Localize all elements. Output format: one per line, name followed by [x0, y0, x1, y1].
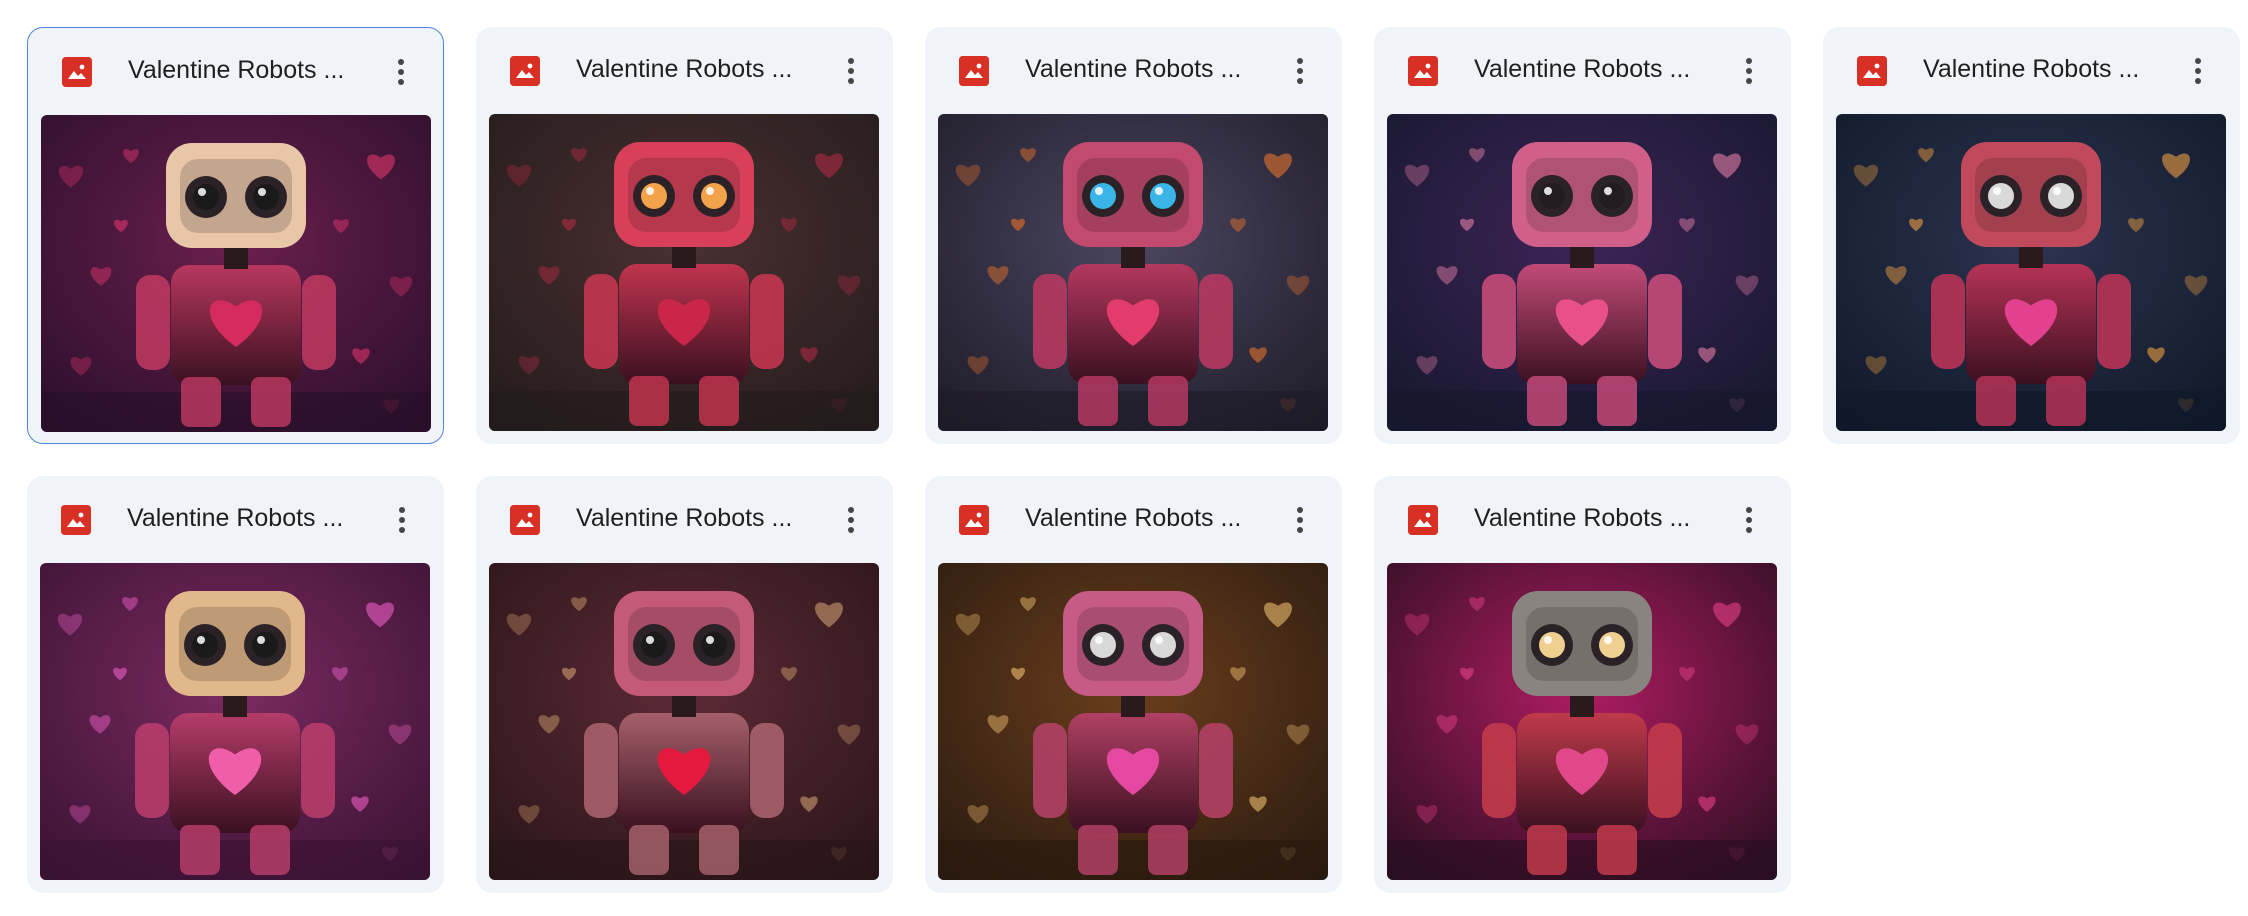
image-icon [1857, 56, 1887, 86]
more-vertical-icon[interactable] [1278, 49, 1322, 93]
card-header: Valentine Robots ... [1374, 27, 1791, 113]
more-vertical-icon[interactable] [1727, 49, 1771, 93]
file-title: Valentine Robots ... [1474, 55, 1691, 83]
image-icon [959, 56, 989, 86]
image-icon [510, 505, 540, 535]
file-card[interactable]: Valentine Robots ... [925, 476, 1342, 893]
image-icon [510, 56, 540, 86]
file-thumbnail[interactable] [489, 563, 879, 880]
file-title: Valentine Robots ... [576, 504, 793, 532]
image-icon [61, 505, 91, 535]
file-thumbnail[interactable] [1387, 563, 1777, 880]
card-header: Valentine Robots ... [476, 27, 893, 113]
file-card[interactable]: Valentine Robots ... [27, 27, 444, 444]
card-header: Valentine Robots ... [27, 476, 444, 562]
more-vertical-icon[interactable] [379, 50, 423, 94]
card-header: Valentine Robots ... [925, 27, 1342, 113]
image-icon [959, 505, 989, 535]
file-card[interactable]: Valentine Robots ... [925, 27, 1342, 444]
file-thumbnail[interactable] [1836, 114, 2226, 431]
image-icon [1408, 56, 1438, 86]
file-title: Valentine Robots ... [1923, 55, 2140, 83]
file-card[interactable]: Valentine Robots ... [1823, 27, 2240, 444]
file-thumbnail[interactable] [41, 115, 431, 432]
file-title: Valentine Robots ... [1025, 55, 1242, 83]
file-title: Valentine Robots ... [1025, 504, 1242, 532]
more-vertical-icon[interactable] [380, 498, 424, 542]
card-header: Valentine Robots ... [925, 476, 1342, 562]
more-vertical-icon[interactable] [2176, 49, 2220, 93]
card-header: Valentine Robots ... [476, 476, 893, 562]
card-header: Valentine Robots ... [1823, 27, 2240, 113]
image-icon [1408, 505, 1438, 535]
file-thumbnail[interactable] [489, 114, 879, 431]
file-title: Valentine Robots ... [127, 504, 344, 532]
card-header: Valentine Robots ... [1374, 476, 1791, 562]
more-vertical-icon[interactable] [1727, 498, 1771, 542]
card-header: Valentine Robots ... [28, 28, 443, 114]
file-card[interactable]: Valentine Robots ... [476, 27, 893, 444]
more-vertical-icon[interactable] [829, 498, 873, 542]
file-thumbnail[interactable] [40, 563, 430, 880]
file-thumbnail[interactable] [938, 114, 1328, 431]
more-vertical-icon[interactable] [829, 49, 873, 93]
more-vertical-icon[interactable] [1278, 498, 1322, 542]
file-title: Valentine Robots ... [128, 56, 345, 84]
file-card[interactable]: Valentine Robots ... [1374, 476, 1791, 893]
image-icon [62, 57, 92, 87]
file-card[interactable]: Valentine Robots ... [27, 476, 444, 893]
file-title: Valentine Robots ... [576, 55, 793, 83]
file-title: Valentine Robots ... [1474, 504, 1691, 532]
file-thumbnail[interactable] [1387, 114, 1777, 431]
file-card[interactable]: Valentine Robots ... [1374, 27, 1791, 444]
file-card[interactable]: Valentine Robots ... [476, 476, 893, 893]
file-thumbnail[interactable] [938, 563, 1328, 880]
file-grid: Valentine Robots ... Valentine Robots ..… [27, 27, 2240, 893]
